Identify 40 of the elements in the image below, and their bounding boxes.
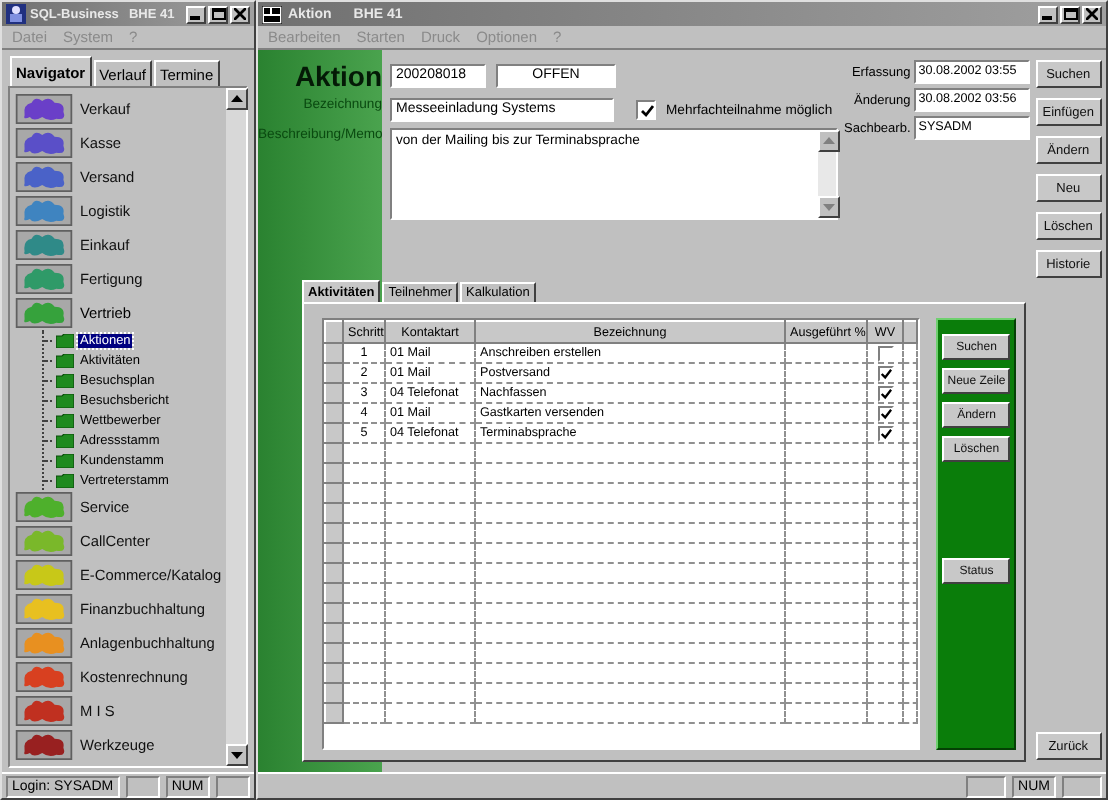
scrollbar[interactable]: [818, 130, 836, 218]
scrollbar[interactable]: [226, 88, 246, 766]
puzzle-icon: [14, 730, 74, 760]
maximize-icon: [1063, 8, 1077, 20]
puzzle-icon: [14, 696, 74, 726]
puzzle-icon: [14, 662, 74, 692]
status-panel: [1062, 775, 1102, 797]
form-heading: Aktion: [292, 60, 382, 92]
status-panel: [215, 775, 250, 797]
minimize-button[interactable]: [186, 5, 206, 23]
puzzle-icon: [14, 128, 74, 158]
checkbox[interactable]: [877, 365, 893, 381]
puzzle-icon: [14, 526, 74, 556]
close-button[interactable]: [230, 5, 250, 23]
maximize-icon: [211, 8, 225, 20]
puzzle-icon: [14, 162, 74, 192]
maximize-button[interactable]: [208, 5, 228, 23]
checkbox[interactable]: [877, 345, 893, 361]
puzzle-icon: [14, 560, 74, 590]
close-icon: [1086, 8, 1098, 20]
checkbox[interactable]: [877, 405, 893, 421]
checkbox[interactable]: [877, 425, 893, 441]
status-panel: [966, 775, 1007, 797]
puzzle-icon: [14, 594, 74, 624]
puzzle-icon: [14, 230, 74, 260]
app-icon: [6, 4, 26, 24]
puzzle-icon: [14, 264, 74, 294]
minimize-button[interactable]: [1038, 5, 1058, 23]
close-button[interactable]: [1082, 5, 1102, 23]
checkbox[interactable]: [636, 100, 656, 120]
puzzle-icon: [14, 628, 74, 658]
puzzle-icon: [14, 492, 74, 522]
form-icon: [262, 5, 282, 23]
puzzle-icon: [14, 94, 74, 124]
puzzle-icon: [14, 298, 74, 328]
maximize-button[interactable]: [1060, 5, 1080, 23]
close-icon: [234, 8, 246, 20]
status-panel: [125, 775, 160, 797]
checkbox[interactable]: [877, 385, 893, 401]
puzzle-icon: [14, 196, 74, 226]
